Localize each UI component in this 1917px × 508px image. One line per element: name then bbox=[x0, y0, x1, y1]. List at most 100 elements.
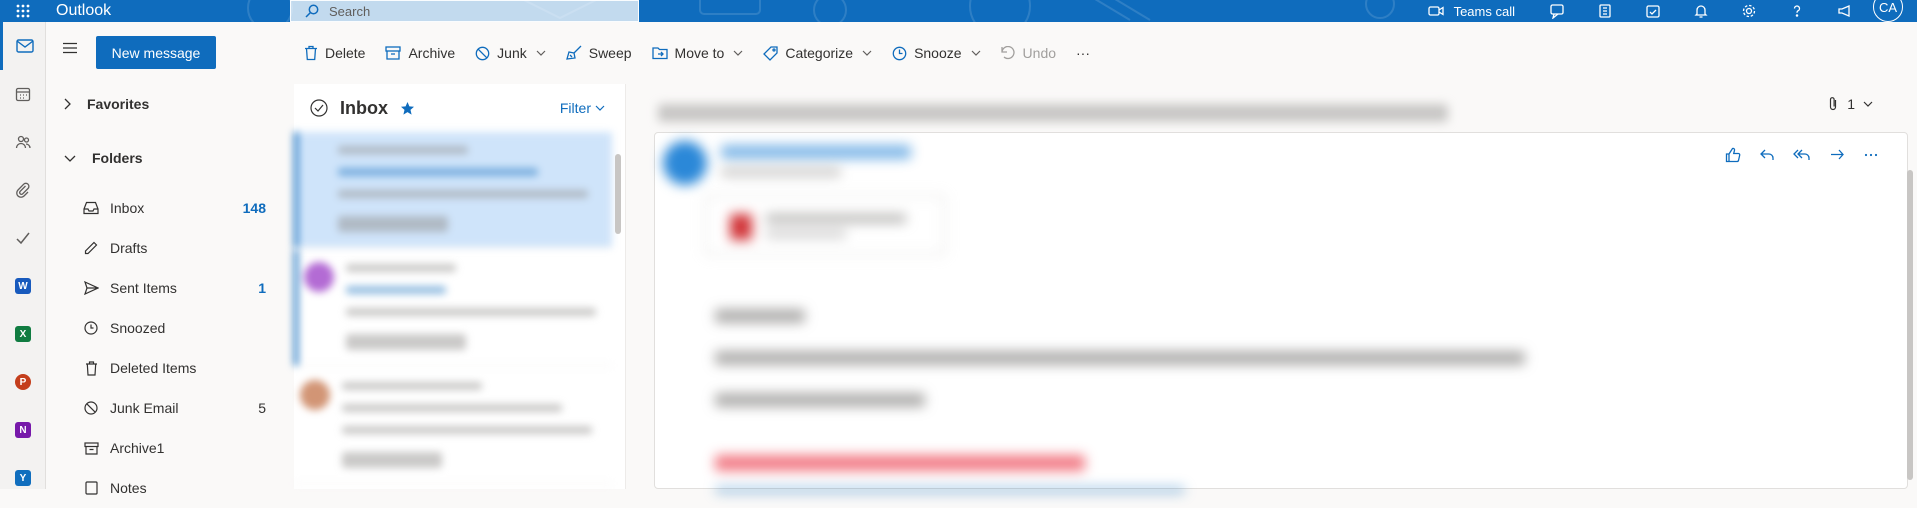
message-list-scrollbar[interactable] bbox=[615, 154, 621, 234]
message-body bbox=[715, 309, 1535, 493]
clock-icon bbox=[84, 321, 98, 335]
mail-app-button[interactable] bbox=[0, 22, 46, 70]
paperclip-icon bbox=[16, 182, 30, 198]
favorites-header[interactable]: Favorites bbox=[64, 96, 149, 112]
message-list-item[interactable] bbox=[294, 132, 612, 248]
folder-label: Snoozed bbox=[110, 320, 166, 336]
reply-all-icon[interactable] bbox=[1793, 147, 1811, 163]
attachment-count: 1 bbox=[1847, 96, 1855, 112]
move-to-button[interactable]: Move to bbox=[642, 35, 754, 71]
onenote-icon: N bbox=[15, 422, 31, 438]
reply-icon[interactable] bbox=[1759, 147, 1775, 163]
settings-button[interactable] bbox=[1725, 0, 1773, 22]
message-list-header: Inbox Filter bbox=[294, 84, 625, 132]
forward-icon[interactable] bbox=[1829, 147, 1845, 163]
onenote-app-button[interactable]: N bbox=[0, 406, 46, 454]
calendar-app-button[interactable] bbox=[0, 70, 46, 118]
folder-snoozed[interactable]: Snoozed bbox=[82, 308, 294, 348]
folder-label: Junk Email bbox=[110, 400, 179, 416]
folder-pane: Favorites Folders Inbox 148 Drafts Sent … bbox=[46, 84, 294, 496]
yammer-icon: Y bbox=[15, 470, 31, 486]
account-avatar[interactable]: CA bbox=[1873, 0, 1903, 22]
unread-count: 148 bbox=[242, 200, 266, 216]
delete-button[interactable]: Delete bbox=[294, 35, 375, 71]
snooze-button[interactable]: Snooze bbox=[882, 35, 990, 71]
undo-label: Undo bbox=[1022, 45, 1057, 61]
megaphone-icon bbox=[1838, 5, 1850, 17]
powerpoint-app-button[interactable]: P bbox=[0, 358, 46, 406]
app-rail: W X P N Y bbox=[0, 22, 46, 489]
teams-call-button[interactable]: Teams call bbox=[1410, 4, 1533, 19]
word-icon: W bbox=[15, 278, 31, 294]
top-bar: Outlook Search Teams call CA bbox=[0, 0, 1917, 22]
people-app-button[interactable] bbox=[0, 118, 46, 166]
new-message-button[interactable]: New message bbox=[96, 36, 216, 69]
help-button[interactable] bbox=[1773, 0, 1821, 22]
calendar-icon bbox=[15, 87, 31, 102]
app-title[interactable]: Outlook bbox=[46, 2, 290, 20]
chevron-right-icon bbox=[64, 98, 71, 110]
like-icon[interactable] bbox=[1725, 147, 1741, 163]
folder-junk-email[interactable]: Junk Email 5 bbox=[82, 388, 294, 428]
yammer-app-button[interactable]: Y bbox=[0, 454, 46, 502]
teams-call-label: Teams call bbox=[1453, 3, 1515, 19]
chevron-down-icon bbox=[64, 155, 76, 162]
chat-button[interactable] bbox=[1533, 0, 1581, 22]
folder-label: Deleted Items bbox=[110, 360, 197, 376]
inbox-icon bbox=[83, 201, 99, 215]
excel-icon: X bbox=[15, 326, 31, 342]
folder-sent-items[interactable]: Sent Items 1 bbox=[82, 268, 294, 308]
pencil-icon bbox=[84, 241, 98, 255]
app-launcher-button[interactable] bbox=[0, 0, 46, 22]
folder-deleted-items[interactable]: Deleted Items bbox=[82, 348, 294, 388]
search-box[interactable]: Search bbox=[290, 0, 639, 22]
office-icon bbox=[1599, 4, 1611, 18]
excel-app-button[interactable]: X bbox=[0, 310, 46, 358]
word-app-button[interactable]: W bbox=[0, 262, 46, 310]
star-icon[interactable] bbox=[400, 101, 415, 116]
sweep-button[interactable]: Sweep bbox=[556, 35, 642, 71]
attachment-card[interactable] bbox=[705, 195, 945, 255]
folder-inbox[interactable]: Inbox 148 bbox=[82, 188, 294, 228]
chat-icon bbox=[1550, 4, 1564, 19]
reading-pane-scrollbar[interactable] bbox=[1907, 170, 1913, 480]
collapse-nav-button[interactable] bbox=[62, 41, 78, 59]
archive-icon bbox=[83, 441, 99, 455]
filter-button[interactable]: Filter bbox=[560, 100, 605, 116]
folder-notes[interactable]: Notes bbox=[82, 468, 294, 508]
video-camera-icon bbox=[1427, 6, 1444, 16]
favorites-label: Favorites bbox=[87, 96, 150, 112]
snooze-label: Snooze bbox=[914, 45, 962, 61]
folders-label: Folders bbox=[92, 150, 143, 166]
select-all-icon[interactable] bbox=[310, 99, 328, 117]
feedback-button[interactable] bbox=[1821, 0, 1869, 22]
message-list-item[interactable] bbox=[294, 368, 612, 484]
categorize-button[interactable]: Categorize bbox=[753, 35, 882, 71]
notifications-button[interactable] bbox=[1677, 0, 1725, 22]
more-icon[interactable] bbox=[1863, 147, 1879, 163]
message-card bbox=[654, 132, 1908, 493]
attachment-indicator[interactable]: 1 bbox=[1827, 96, 1873, 112]
checkmark-icon bbox=[16, 232, 30, 245]
broom-icon bbox=[565, 45, 582, 60]
message-list-item[interactable] bbox=[294, 250, 612, 366]
gear-icon bbox=[1742, 4, 1756, 18]
folder-archive1[interactable]: Archive1 bbox=[82, 428, 294, 468]
files-app-button[interactable] bbox=[0, 166, 46, 214]
help-icon bbox=[1793, 5, 1801, 17]
unread-count: 1 bbox=[258, 280, 266, 296]
more-actions-button[interactable]: ··· bbox=[1066, 35, 1100, 71]
tag-icon bbox=[763, 45, 779, 61]
archive-button[interactable]: Archive bbox=[375, 35, 465, 71]
send-icon bbox=[83, 281, 99, 295]
junk-button[interactable]: Junk bbox=[465, 35, 556, 71]
undo-button[interactable]: Undo bbox=[991, 35, 1066, 71]
paperclip-icon bbox=[1830, 97, 1837, 111]
clock-icon bbox=[892, 46, 907, 60]
folders-header[interactable]: Folders bbox=[64, 150, 143, 166]
folder-drafts[interactable]: Drafts bbox=[82, 228, 294, 268]
todo-app-button[interactable] bbox=[0, 214, 46, 262]
my-day-button[interactable] bbox=[1629, 0, 1677, 22]
list-title: Inbox bbox=[340, 97, 388, 118]
office-button[interactable] bbox=[1581, 0, 1629, 22]
